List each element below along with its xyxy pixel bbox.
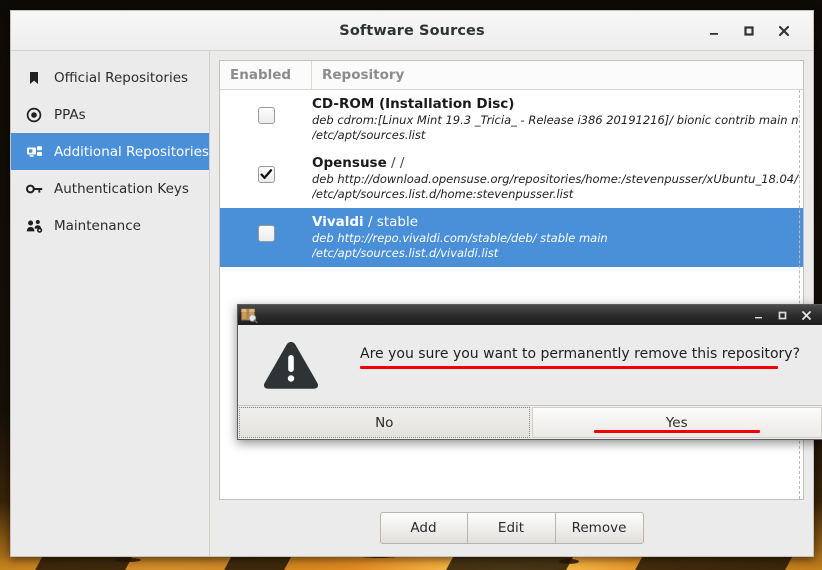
repository-name: CD-ROM (Installation Disc) (312, 96, 515, 112)
repository-info: CD-ROM (Installation Disc) deb cdrom:[Li… (312, 95, 803, 143)
enabled-cell (220, 95, 312, 124)
gears-people-icon (25, 217, 43, 235)
sidebar-item-label: Official Repositories (54, 69, 189, 86)
dialog-window-controls (752, 309, 817, 322)
dialog-message: Are you sure you want to permanently rem… (360, 346, 800, 362)
package-search-icon (241, 308, 258, 324)
repository-enabled-checkbox[interactable] (257, 225, 275, 242)
repository-title: Vivaldi / stable (312, 213, 799, 231)
close-button[interactable] (774, 21, 793, 40)
dialog-buttons: No Yes (238, 405, 822, 439)
repository-info: Vivaldi / stable deb http://repo.vivaldi… (312, 213, 803, 261)
sidebar-item-additional-repositories[interactable]: Additional Repositories (11, 133, 209, 170)
repository-suffix: / stable (363, 214, 419, 230)
sidebar-item-official-repositories[interactable]: Official Repositories (11, 59, 209, 96)
maximize-button[interactable] (739, 21, 758, 40)
repository-name: Vivaldi (312, 214, 364, 230)
confirm-remove-dialog: Are you sure you want to permanently rem… (237, 304, 822, 440)
sidebar-item-ppas[interactable]: PPAs (11, 96, 209, 133)
dialog-message-block: Are you sure you want to permanently rem… (322, 337, 809, 369)
repository-file-path: /etc/apt/sources.list (312, 128, 426, 142)
table-row[interactable]: Opensuse / / deb http://download.opensus… (220, 149, 803, 208)
dialog-yes-label: Yes (665, 414, 688, 431)
dialog-no-label: No (375, 414, 394, 431)
target-icon (25, 106, 43, 124)
repository-name: Opensuse (312, 155, 387, 171)
minimize-button[interactable] (704, 21, 723, 40)
sidebar-item-label: PPAs (54, 106, 86, 123)
dialog-body: Are you sure you want to permanently rem… (238, 325, 822, 405)
window-controls (704, 21, 813, 40)
repository-source-line: deb cdrom:[Linux Mint 19.3 _Tricia_ - Re… (312, 113, 799, 127)
window-titlebar: Software Sources (11, 11, 813, 51)
table-row[interactable]: Vivaldi / stable deb http://repo.vivaldi… (220, 208, 803, 267)
monitor-network-icon (25, 143, 43, 161)
sidebar-item-maintenance[interactable]: Maintenance (11, 207, 209, 244)
sidebar-item-authentication-keys[interactable]: Authentication Keys (11, 170, 209, 207)
add-button[interactable]: Add (379, 512, 468, 544)
repository-enabled-checkbox[interactable] (257, 107, 275, 124)
dialog-titlebar (238, 305, 822, 325)
action-button-bar: Add Edit Remove (219, 500, 804, 556)
remove-button[interactable]: Remove (555, 512, 644, 544)
repository-source-line: deb http://repo.vivaldi.com/stable/deb/ … (312, 231, 608, 245)
sidebar-item-label: Maintenance (54, 217, 141, 234)
sidebar-item-label: Authentication Keys (54, 180, 189, 197)
dialog-maximize-button[interactable] (776, 309, 789, 322)
repository-table-header: Enabled Repository (220, 61, 803, 90)
enabled-cell (220, 213, 312, 242)
sidebar-item-label: Additional Repositories (54, 143, 209, 160)
sidebar: Official Repositories PPAs Additional Re… (11, 51, 210, 556)
repository-enabled-checkbox[interactable] (257, 166, 275, 183)
dialog-minimize-button[interactable] (752, 309, 765, 322)
repository-file-path: /etc/apt/sources.list.d/home:stevenpusse… (312, 187, 574, 201)
repository-source-line: deb http://download.opensuse.org/reposit… (312, 172, 799, 186)
enabled-cell (220, 154, 312, 183)
window-title: Software Sources (339, 22, 485, 39)
column-header-repository: Repository (322, 67, 405, 83)
column-header-enabled: Enabled (220, 61, 312, 89)
repository-info: Opensuse / / deb http://download.opensus… (312, 154, 803, 202)
warning-triangle-icon (263, 342, 319, 389)
key-icon (25, 180, 43, 198)
edit-button[interactable]: Edit (467, 512, 556, 544)
repository-title: CD-ROM (Installation Disc) (312, 95, 799, 113)
dialog-close-button[interactable] (800, 309, 813, 322)
dialog-no-button[interactable]: No (239, 407, 530, 438)
repository-title: Opensuse / / (312, 154, 799, 172)
software-sources-window: Software Sources Official Repositories P… (10, 10, 822, 557)
dialog-yes-button[interactable]: Yes (531, 407, 822, 438)
annotation-underline-message (360, 366, 778, 369)
repository-file-path: /etc/apt/sources.list.d/vivaldi.list (312, 246, 499, 260)
repository-suffix: / / (386, 155, 405, 171)
table-row[interactable]: CD-ROM (Installation Disc) deb cdrom:[Li… (220, 90, 803, 149)
bookmark-icon (25, 69, 43, 87)
